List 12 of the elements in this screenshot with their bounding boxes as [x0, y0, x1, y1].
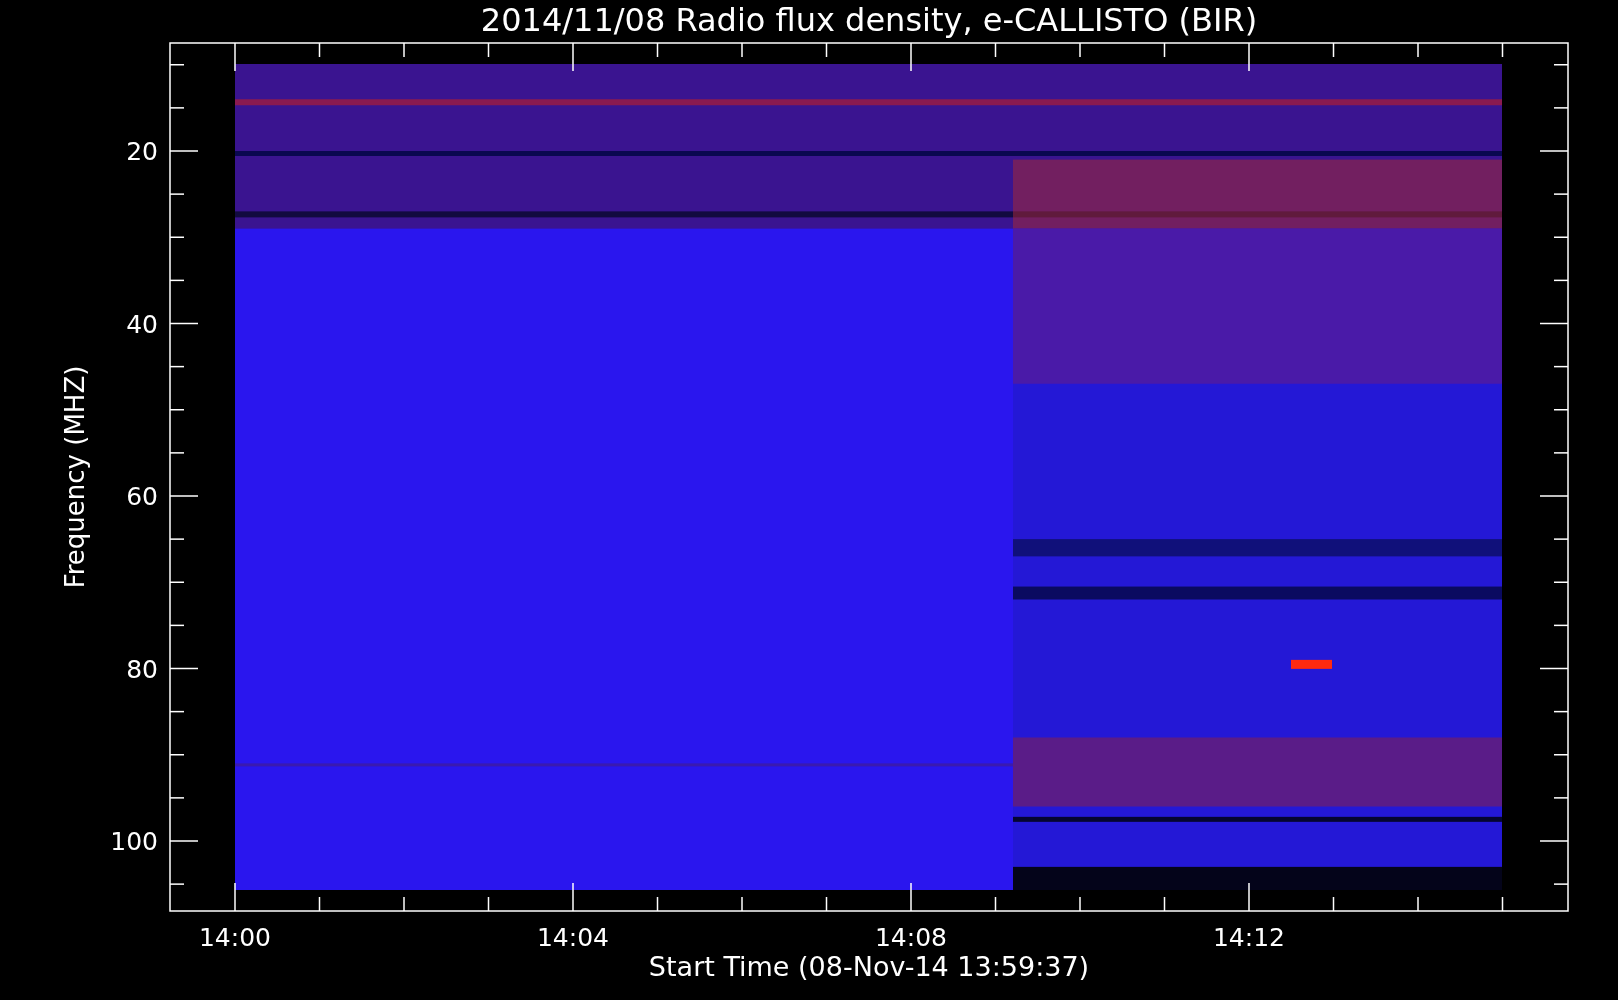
y-tick-label: 80: [126, 654, 158, 684]
y-tick-label: 40: [126, 309, 158, 339]
x-tick-label: 14:00: [199, 923, 271, 952]
y-axis-label: Frequency (MHZ): [60, 365, 90, 589]
y-tick-label: 60: [126, 482, 158, 511]
plot-title: 2014/11/08 Radio flux density, e-CALLISTO (BIR): [480, 1, 1258, 39]
x-tick-label: 14:08: [875, 923, 947, 952]
y-tick-label: 20: [126, 137, 158, 166]
x-tick-label: 14:04: [537, 923, 609, 952]
y-tick-label: 100: [110, 827, 158, 856]
x-axis-label: Start Time (08-Nov-14 13:59:37): [648, 951, 1090, 982]
x-tick-label: 14:12: [1213, 923, 1285, 952]
